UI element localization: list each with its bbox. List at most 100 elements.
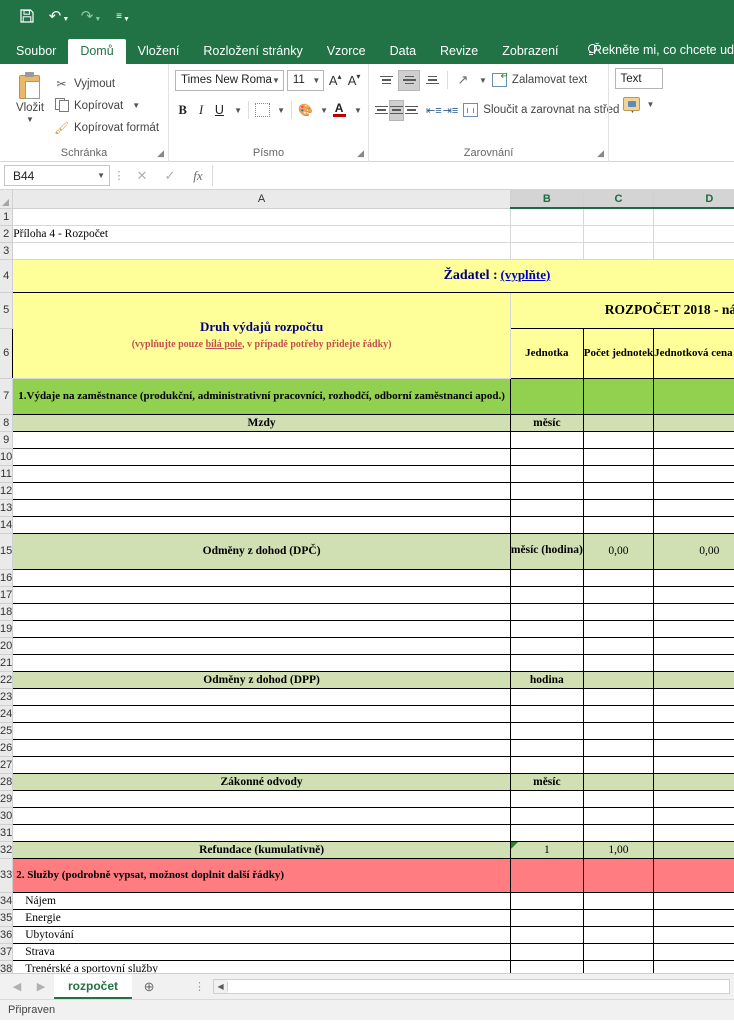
cell-b15[interactable]: měsíc (hodina) bbox=[509, 532, 584, 570]
cell-header-jednotka[interactable]: Jednotka bbox=[509, 327, 584, 379]
tab-domu[interactable]: Domů bbox=[68, 38, 126, 64]
cell-c33[interactable] bbox=[582, 857, 655, 893]
underline-button[interactable]: U bbox=[212, 100, 227, 121]
cell-c7[interactable] bbox=[582, 377, 655, 415]
column-header-a[interactable]: A bbox=[12, 190, 511, 209]
cell-b1[interactable] bbox=[510, 208, 584, 226]
chevron-down-icon[interactable]: ▼ bbox=[26, 115, 34, 124]
row-header-3[interactable]: 3 bbox=[0, 242, 14, 260]
name-box[interactable]: B44 ▼ bbox=[4, 165, 110, 186]
cell-c28[interactable] bbox=[582, 772, 655, 791]
row-header-17[interactable]: 17 bbox=[0, 586, 14, 604]
cell-a25[interactable] bbox=[12, 721, 511, 740]
sheet-tab-grip[interactable]: ⋮ bbox=[194, 980, 205, 993]
tab-soubor[interactable]: Soubor bbox=[4, 39, 68, 65]
row-header-12[interactable]: 12 bbox=[0, 482, 14, 500]
row-header-9[interactable]: 9 bbox=[0, 431, 14, 449]
cell-d19[interactable] bbox=[653, 619, 734, 638]
confirm-icon[interactable]: ✓ bbox=[156, 168, 184, 184]
cell-c20[interactable] bbox=[582, 636, 655, 655]
cell-b28[interactable]: měsíc bbox=[509, 772, 584, 791]
cell-c24[interactable] bbox=[582, 704, 655, 723]
customize-qat-icon[interactable]: ≡ ▼ bbox=[110, 3, 136, 29]
add-sheet-icon[interactable]: ⊕ bbox=[134, 975, 164, 999]
cell-a36-ubytovani[interactable]: Ubytování bbox=[12, 925, 511, 944]
cell-applicant-banner[interactable]: Žadatel : (vyplňte) bbox=[12, 258, 734, 293]
cell-c31[interactable] bbox=[582, 823, 655, 842]
cell-d1[interactable] bbox=[653, 208, 734, 226]
cell-d27[interactable] bbox=[653, 755, 734, 774]
cell-a15-dpc[interactable]: Odměny z dohod (DPČ) bbox=[12, 532, 511, 570]
decrease-indent-button[interactable]: ⇤≡ bbox=[426, 100, 442, 121]
cell-c26[interactable] bbox=[582, 738, 655, 757]
tab-rozlozeni-stranky[interactable]: Rozložení stránky bbox=[191, 39, 314, 65]
font-name-combo[interactable]: Times New Roma ▼ bbox=[175, 69, 284, 91]
decrease-font-size-icon[interactable]: A ▾ bbox=[346, 70, 362, 91]
redo-icon[interactable]: ↷ ▼ bbox=[78, 3, 104, 29]
row-header-13[interactable]: 13 bbox=[0, 499, 14, 517]
chevron-down-icon[interactable]: ▼ bbox=[97, 171, 105, 180]
cell-d17[interactable] bbox=[653, 585, 734, 604]
cell-b16[interactable] bbox=[509, 568, 584, 587]
cell-b14[interactable] bbox=[509, 515, 584, 534]
cell-a2-doc-title[interactable]: Příloha 4 - Rozpočet bbox=[12, 225, 511, 243]
cell-d35[interactable] bbox=[653, 908, 734, 927]
row-header-5[interactable]: 5 bbox=[0, 292, 14, 329]
sheet-tab-rozpocet[interactable]: rozpočet bbox=[54, 974, 133, 999]
cell-a14[interactable] bbox=[12, 515, 511, 534]
font-dialog-launcher-icon[interactable]: ◢ bbox=[357, 148, 364, 159]
cell-c36[interactable] bbox=[582, 925, 655, 944]
row-header-31[interactable]: 31 bbox=[0, 824, 14, 842]
bold-button[interactable]: B bbox=[175, 100, 190, 121]
align-right-button[interactable] bbox=[405, 100, 418, 121]
cell-a9[interactable] bbox=[12, 430, 511, 449]
cell-a21[interactable] bbox=[12, 653, 511, 672]
next-sheet-icon[interactable]: ▶ bbox=[30, 980, 52, 993]
cell-c12[interactable] bbox=[582, 481, 655, 500]
cell-b34[interactable] bbox=[509, 891, 584, 910]
cell-d13[interactable] bbox=[653, 498, 734, 517]
clipboard-dialog-launcher-icon[interactable]: ◢ bbox=[157, 148, 164, 159]
font-color-button[interactable]: A bbox=[331, 100, 347, 121]
chevron-down-icon[interactable]: ▼ bbox=[132, 101, 140, 110]
cell-c32[interactable]: 1,00 bbox=[582, 840, 655, 859]
cell-b7[interactable] bbox=[509, 377, 584, 415]
tell-me-search[interactable]: Řekněte mi, co chcete ud bbox=[571, 37, 734, 64]
cell-b25[interactable] bbox=[509, 721, 584, 740]
cell-header-pocet-jednotek[interactable]: Počet jednotek bbox=[582, 327, 655, 379]
undo-icon[interactable]: ↶ ▼ bbox=[46, 3, 72, 29]
cell-b13[interactable] bbox=[509, 498, 584, 517]
cell-b17[interactable] bbox=[509, 585, 584, 604]
cell-d30[interactable] bbox=[653, 806, 734, 825]
cell-d14[interactable] bbox=[653, 515, 734, 534]
row-header-34[interactable]: 34 bbox=[0, 892, 14, 910]
cell-a17[interactable] bbox=[12, 585, 511, 604]
cell-a32-refundace[interactable]: Refundace (kumulativně) bbox=[12, 840, 511, 859]
cell-b9[interactable] bbox=[509, 430, 584, 449]
cell-c10[interactable] bbox=[582, 447, 655, 466]
cell-c14[interactable] bbox=[582, 515, 655, 534]
align-top-button[interactable] bbox=[375, 70, 397, 91]
tab-zobrazeni[interactable]: Zobrazení bbox=[490, 39, 570, 65]
cell-b12[interactable] bbox=[509, 481, 584, 500]
cell-b33[interactable] bbox=[509, 857, 584, 893]
cell-b10[interactable] bbox=[509, 447, 584, 466]
row-header-37[interactable]: 37 bbox=[0, 943, 14, 961]
cell-c13[interactable] bbox=[582, 498, 655, 517]
chevron-down-icon[interactable]: ▼ bbox=[320, 106, 328, 115]
cell-c30[interactable] bbox=[582, 806, 655, 825]
cell-b38[interactable] bbox=[509, 959, 584, 973]
cell-b20[interactable] bbox=[509, 636, 584, 655]
cell-c1[interactable] bbox=[583, 208, 655, 226]
cut-button[interactable]: ✂ Vyjmout bbox=[54, 74, 159, 93]
cell-d8[interactable] bbox=[653, 413, 734, 432]
cell-c27[interactable] bbox=[582, 755, 655, 774]
cell-b2[interactable] bbox=[510, 225, 584, 243]
cell-d20[interactable] bbox=[653, 636, 734, 655]
number-format-combo[interactable]: Text bbox=[614, 68, 663, 89]
row-header-20[interactable]: 20 bbox=[0, 637, 14, 655]
borders-button[interactable] bbox=[254, 100, 270, 121]
row-header-33[interactable]: 33 bbox=[0, 858, 14, 893]
cell-a19[interactable] bbox=[12, 619, 511, 638]
row-header-27[interactable]: 27 bbox=[0, 756, 14, 774]
